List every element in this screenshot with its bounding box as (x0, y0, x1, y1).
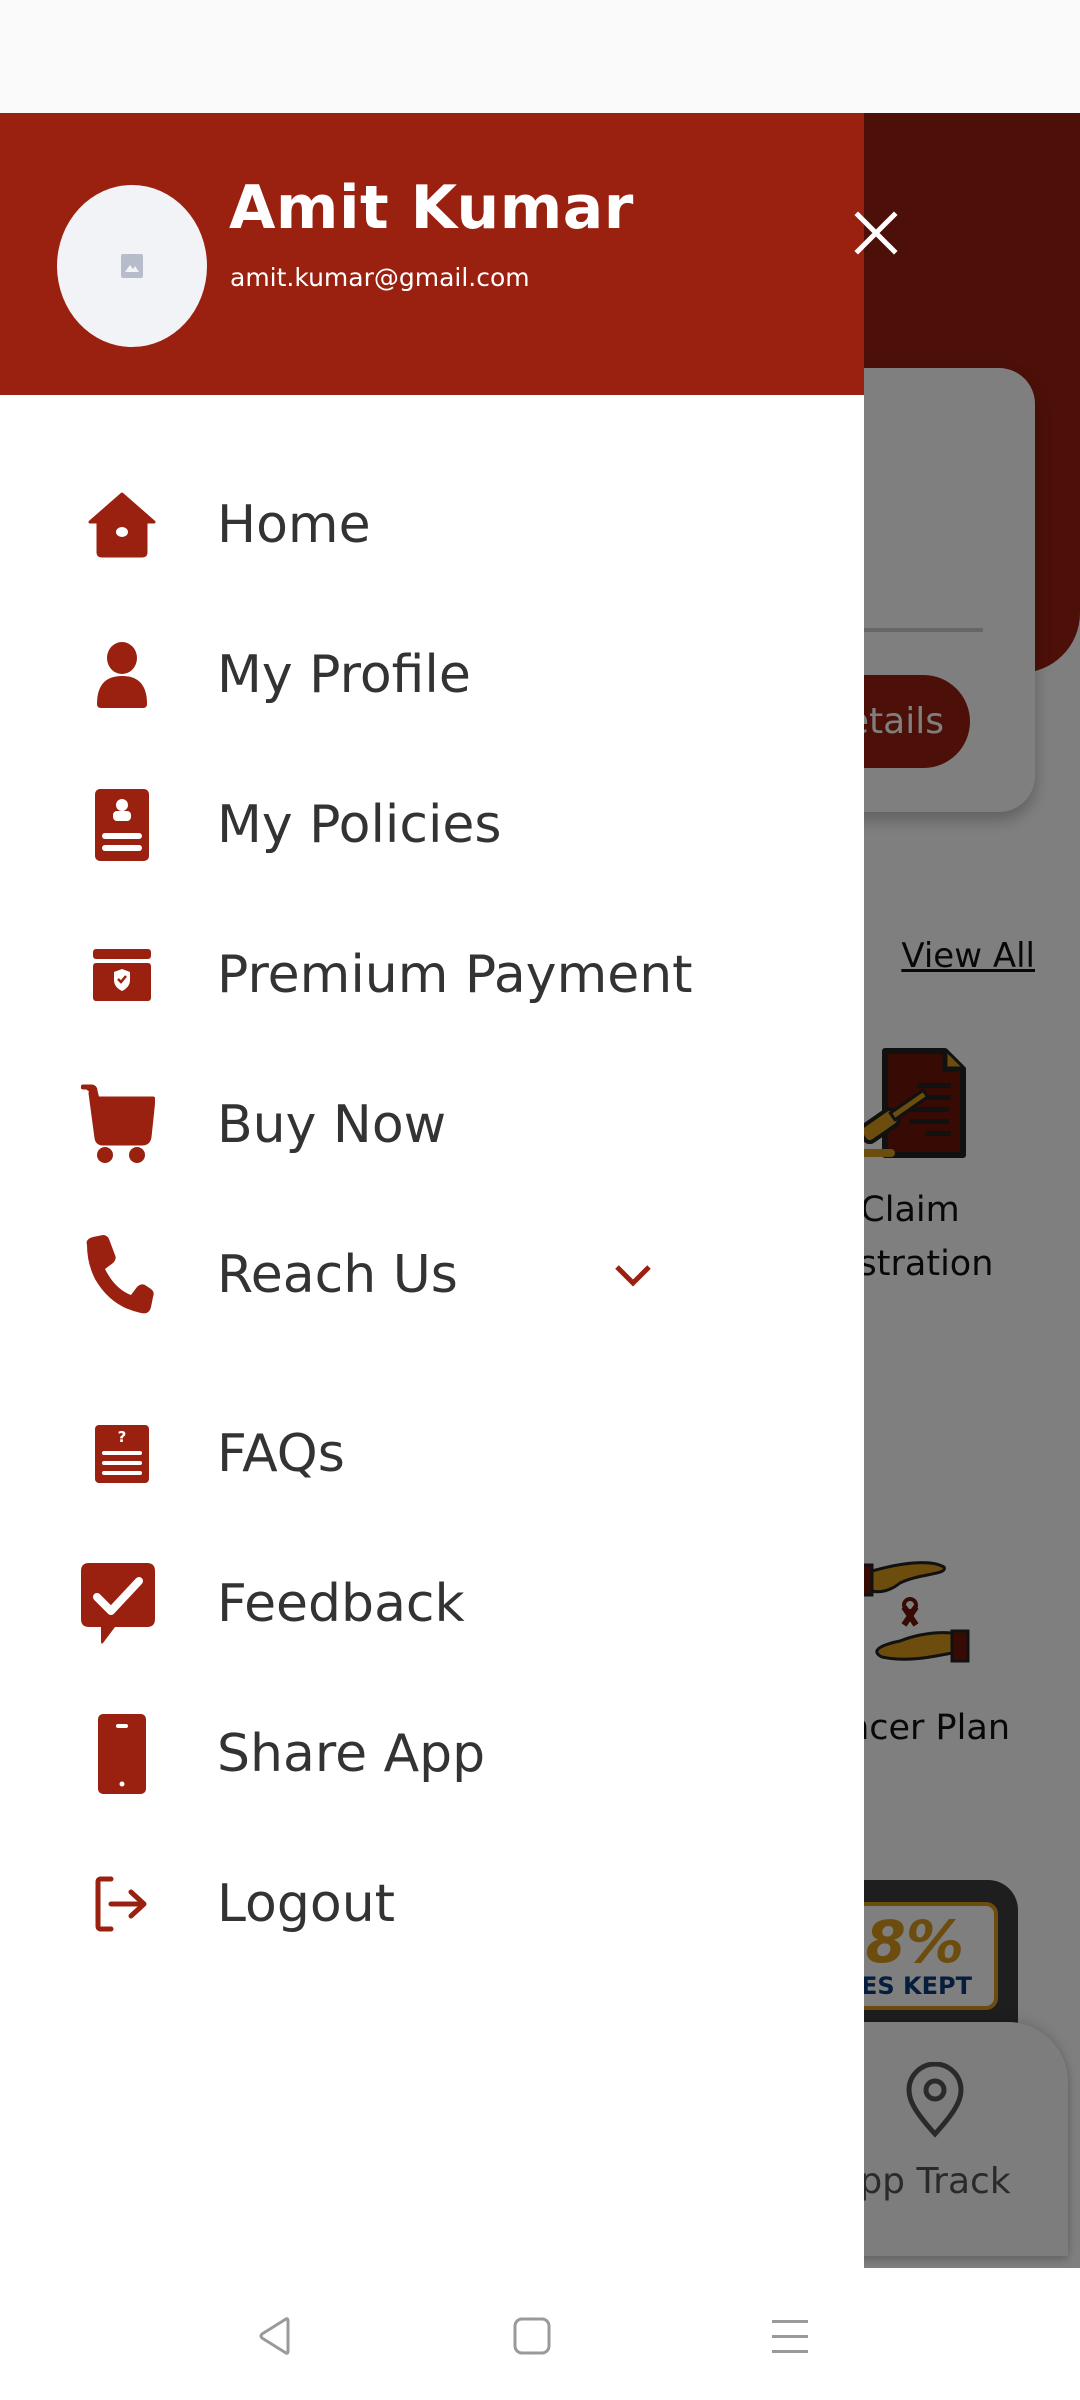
menu-item-home[interactable]: Home (0, 465, 864, 585)
menu-item-logout[interactable]: Logout (0, 1844, 864, 1964)
mobile-phone-icon (82, 1714, 162, 1794)
menu-item-buy-now[interactable]: Buy Now (0, 1065, 864, 1185)
person-icon (82, 635, 162, 715)
recents-menu-icon (772, 2320, 808, 2353)
menu-label: Logout (217, 1874, 396, 1934)
menu-label: FAQs (217, 1424, 345, 1484)
menu-item-reach-us[interactable]: Reach Us (0, 1215, 864, 1335)
drawer-header: Amit Kumar amit.kumar@gmail.com (0, 113, 864, 395)
cart-icon (78, 1084, 158, 1165)
menu-label: Home (217, 495, 371, 555)
close-icon (854, 211, 898, 255)
feedback-check-icon (78, 1563, 158, 1644)
system-recents-button[interactable] (760, 2306, 820, 2366)
menu-label: My Policies (217, 795, 502, 855)
menu-label: Buy Now (217, 1095, 447, 1155)
menu-item-share-app[interactable]: Share App (0, 1694, 864, 1814)
user-name: Amit Kumar (229, 173, 634, 243)
menu-label: Premium Payment (217, 945, 693, 1005)
menu-label: Feedback (217, 1574, 465, 1634)
status-bar (0, 0, 1080, 113)
back-icon (259, 2317, 290, 2355)
system-back-button[interactable] (244, 2306, 304, 2366)
phone-icon (78, 1235, 158, 1315)
faq-icon: ? (82, 1414, 162, 1494)
close-drawer-button[interactable] (846, 203, 906, 263)
payment-shield-icon (82, 935, 162, 1015)
avatar[interactable] (57, 185, 207, 347)
menu-label: Share App (217, 1724, 486, 1784)
menu-item-my-policies[interactable]: My Policies (0, 765, 864, 885)
menu-item-my-profile[interactable]: My Profile (0, 615, 864, 735)
home-icon (82, 485, 162, 565)
menu-item-feedback[interactable]: Feedback (0, 1544, 864, 1664)
svg-text:?: ? (118, 1428, 127, 1446)
chevron-down-icon[interactable] (608, 1255, 658, 1295)
logout-icon (82, 1864, 162, 1944)
image-placeholder-icon (121, 254, 143, 278)
navigation-drawer: Amit Kumar amit.kumar@gmail.com Home My … (0, 113, 898, 2268)
system-home-button[interactable] (502, 2306, 562, 2366)
policy-card-icon (82, 785, 162, 865)
menu-item-faqs[interactable]: ? FAQs (0, 1394, 864, 1514)
menu-item-premium-payment[interactable]: Premium Payment (0, 915, 864, 1035)
menu-label: Reach Us (217, 1245, 458, 1305)
system-nav-bar (0, 2268, 1080, 2400)
menu-label: My Profile (217, 645, 471, 705)
home-square-icon (513, 2317, 551, 2355)
user-email: amit.kumar@gmail.com (230, 263, 530, 292)
